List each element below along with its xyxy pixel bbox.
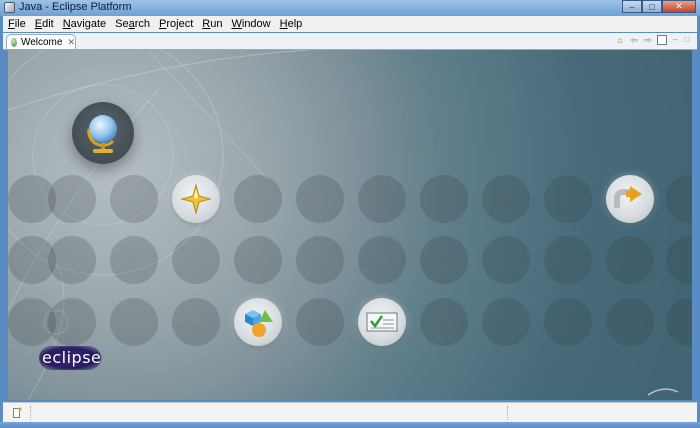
whats-new-checklist-icon [366, 312, 398, 332]
grid-dot [606, 236, 654, 284]
menu-run-label: un [210, 18, 223, 30]
menu-help-mnemonic: H [279, 18, 288, 30]
status-bar [3, 402, 697, 422]
window-bottom-border [0, 422, 700, 428]
menu-project-label: roject [166, 18, 194, 30]
status-divider [507, 406, 509, 420]
menu-help-label: elp [287, 18, 303, 30]
tab-welcome-label: Welcome [20, 36, 63, 48]
tab-welcome[interactable]: Welcome ✕ [6, 34, 76, 49]
whats-new-link[interactable] [358, 298, 406, 346]
grid-dot [544, 175, 592, 223]
fast-view-icon[interactable] [13, 407, 22, 418]
menu-search-prefix: Se [115, 18, 129, 30]
editor-tab-row: Welcome ✕ ⌂ ⇦ ⇨ – □ [3, 33, 697, 50]
grid-dot [420, 175, 468, 223]
grid-dot [172, 298, 220, 346]
menu-search-label: rch [134, 18, 151, 30]
close-window-button[interactable]: ✕ [662, 0, 696, 13]
grid-dot [358, 236, 406, 284]
welcome-page: eclipse [8, 50, 692, 400]
menu-edit-label: dit [42, 18, 54, 30]
menu-window[interactable]: Window [226, 18, 274, 30]
layout-icon[interactable] [657, 35, 667, 45]
grid-dot [110, 236, 158, 284]
menu-search[interactable]: Search [110, 18, 154, 30]
menu-navigate-mnemonic: N [62, 18, 71, 30]
menu-run[interactable]: Run [197, 18, 226, 30]
eclipse-logo-text: eclipse [42, 348, 102, 367]
grid-dot [482, 298, 530, 346]
eclipse-app-icon [4, 2, 15, 13]
status-divider [30, 406, 32, 420]
home-icon[interactable]: ⌂ [615, 35, 625, 45]
forward-arrow-icon[interactable]: ⇨ [643, 35, 653, 45]
grid-dot [234, 236, 282, 284]
minimize-view-icon[interactable]: – [671, 36, 679, 44]
grid-dot [296, 298, 344, 346]
workbench-link[interactable] [606, 175, 654, 223]
welcome-view-toolbar: ⌂ ⇦ ⇨ – □ [615, 35, 691, 45]
overview-globe-icon [87, 115, 117, 153]
grid-dot [48, 298, 96, 346]
grid-dot [606, 298, 654, 346]
window-controls: – □ ✕ [622, 0, 696, 13]
samples-link[interactable] [234, 298, 282, 346]
menu-file[interactable]: File [3, 18, 30, 30]
menu-bar: File Edit Navigate Search Project Run Wi… [3, 16, 697, 32]
tutorials-link[interactable] [172, 175, 220, 223]
window-title: Java - Eclipse Platform [19, 1, 132, 13]
grid-dot [482, 236, 530, 284]
maximize-window-button[interactable]: □ [642, 0, 662, 13]
grid-dot [296, 236, 344, 284]
grid-dot [48, 175, 96, 223]
grid-dot [544, 298, 592, 346]
maximize-view-icon[interactable]: □ [683, 36, 691, 44]
tutorials-star-icon [180, 183, 212, 215]
grid-dot [544, 236, 592, 284]
grid-dot [420, 236, 468, 284]
grid-dot [420, 298, 468, 346]
grid-dot [172, 236, 220, 284]
grid-dot [296, 175, 344, 223]
close-tab-icon[interactable]: ✕ [67, 37, 75, 48]
grid-dot [482, 175, 530, 223]
grid-dot [110, 298, 158, 346]
samples-shapes-icon [245, 310, 273, 337]
menu-window-label: indow [241, 18, 271, 30]
menu-file-mnemonic: F [8, 18, 15, 30]
back-arrow-icon[interactable]: ⇦ [629, 35, 639, 45]
workbench-arrow-icon [614, 186, 642, 208]
menu-file-label: ile [14, 18, 26, 30]
grid-dot [358, 175, 406, 223]
grid-dot [48, 236, 96, 284]
menu-edit-mnemonic: E [34, 18, 43, 30]
menu-navigate[interactable]: Navigate [58, 18, 110, 30]
grid-dot [234, 175, 282, 223]
grid-dot [110, 175, 158, 223]
welcome-tab-icon [11, 37, 17, 47]
title-bar: Java - Eclipse Platform – □ ✕ [0, 0, 700, 16]
menu-help[interactable]: Help [275, 18, 307, 30]
menu-project[interactable]: Project [154, 18, 197, 30]
minimize-window-button[interactable]: – [622, 0, 642, 13]
menu-window-mnemonic: W [231, 18, 242, 30]
overview-link[interactable] [72, 102, 134, 164]
menu-navigate-label: avigate [70, 18, 107, 30]
menu-edit[interactable]: Edit [30, 18, 58, 30]
